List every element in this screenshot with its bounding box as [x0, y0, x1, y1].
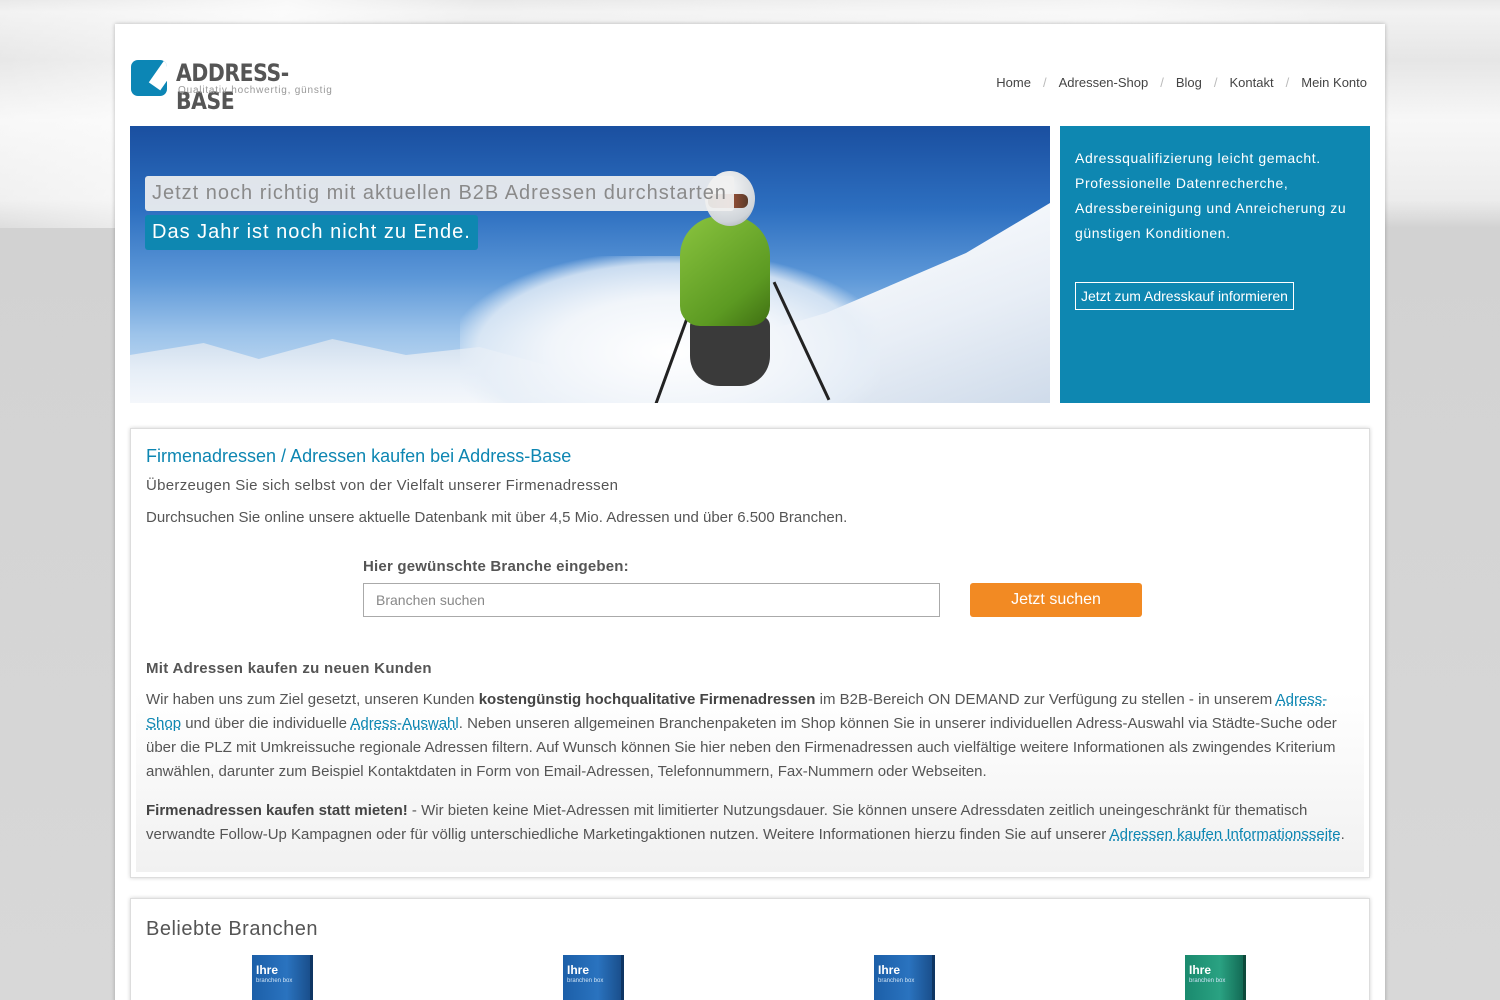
kaufen-statt-mieten-paragraph: Firmenadressen kaufen statt mieten! - Wi…	[146, 802, 1345, 843]
side-info-panel: Adressqualifizierung leicht gemacht. Pro…	[1060, 126, 1370, 403]
intro-text: Durchsuchen Sie online unsere aktuelle D…	[146, 509, 848, 526]
adresskauf-info-button[interactable]: Jetzt zum Adresskauf informieren	[1075, 282, 1294, 310]
page-title: Firmenadressen / Adressen kaufen bei Add…	[146, 446, 572, 466]
branchen-box-product[interactable]: Ihre branchen box	[874, 955, 932, 1000]
nav-adressen-shop[interactable]: Adressen-Shop	[1059, 75, 1149, 90]
description-paragraph: Wir haben uns zum Ziel gesetzt, unseren …	[146, 691, 1337, 780]
hero-subheadline: Das Jahr ist noch nicht zu Ende.	[145, 215, 478, 250]
section-title: Mit Adressen kaufen zu neuen Kunden	[146, 660, 432, 677]
nav-kontakt[interactable]: Kontakt	[1230, 75, 1274, 90]
nav-separator: /	[1285, 75, 1290, 90]
branchen-box-product[interactable]: Ihre branchen box	[252, 955, 310, 1000]
hero-banner[interactable]: Jetzt noch richtig mit aktuellen B2B Adr…	[130, 126, 1050, 403]
adress-auswahl-link[interactable]: Adress-Auswahl	[350, 715, 458, 732]
nav-blog[interactable]: Blog	[1176, 75, 1202, 90]
nav-separator: /	[1213, 75, 1218, 90]
branchen-box-product[interactable]: Ihre branchen box	[563, 955, 621, 1000]
side-panel-text: Adressqualifizierung leicht gemacht. Pro…	[1075, 150, 1347, 241]
popular-branches-title: Beliebte Branchen	[146, 918, 318, 940]
search-button[interactable]: Jetzt suchen	[970, 583, 1142, 617]
branche-search-input[interactable]	[363, 583, 940, 617]
highlight-text: kostengünstig hochqualitative Firmenadre…	[478, 691, 816, 708]
informationsseite-link[interactable]: Adressen kaufen Informationsseite	[1110, 826, 1341, 843]
page-container: ADDRESS-BASE Qualitativ hochwertig, güns…	[115, 24, 1385, 1000]
page-subheading: Überzeugen Sie sich selbst von der Vielf…	[146, 477, 619, 494]
main-nav: Home / Adressen-Shop / Blog / Kontakt / …	[996, 75, 1367, 90]
branchen-box-product[interactable]: Ihre branchen box	[1185, 955, 1243, 1000]
popular-branches-box: Beliebte Branchen Ihre branchen box Ihre b…	[130, 898, 1370, 1000]
hero-headline: Jetzt noch richtig mit aktuellen B2B Adr…	[145, 176, 734, 211]
brand-logo[interactable]: ADDRESS-BASE Qualitativ hochwertig, güns…	[131, 59, 341, 115]
logo-tagline: Qualitativ hochwertig, günstig	[178, 85, 333, 96]
highlight-text: Firmenadressen kaufen statt mieten!	[146, 802, 408, 819]
nav-mein-konto[interactable]: Mein Konto	[1301, 75, 1367, 90]
search-label: Hier gewünschte Branche eingeben:	[363, 558, 629, 575]
nav-separator: /	[1042, 75, 1047, 90]
nav-separator: /	[1160, 75, 1164, 90]
nav-home[interactable]: Home	[996, 75, 1031, 90]
main-content-box: Firmenadressen / Adressen kaufen bei Add…	[130, 428, 1370, 878]
logo-mark-icon	[131, 60, 167, 96]
